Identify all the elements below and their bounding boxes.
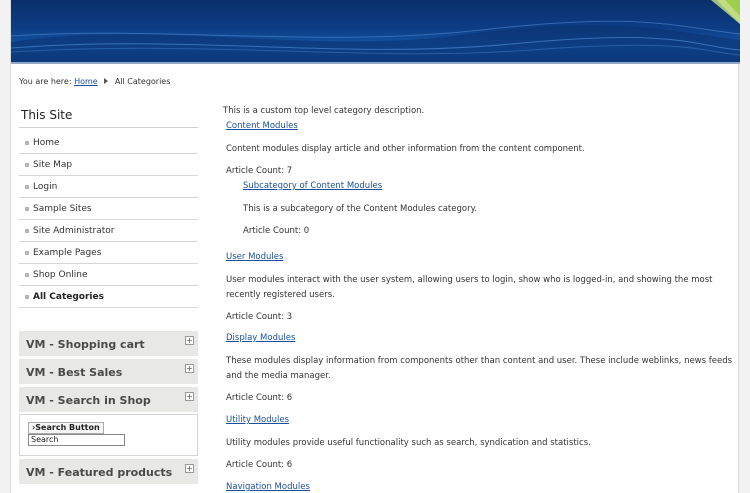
sidebar-item-sample-sites[interactable]: Sample Sites	[19, 198, 198, 220]
category-navigation-modules: Navigation Modules	[223, 480, 733, 493]
sidebar-item-all-categories[interactable]: All Categories	[19, 286, 198, 308]
header-wave-graphic	[11, 0, 740, 64]
sidebar-item-label: Example Pages	[33, 248, 102, 258]
breadcrumb-arrow-icon	[104, 78, 109, 84]
module-shopping-cart: VM - Shopping cart +	[19, 330, 198, 358]
article-count: Article Count: 3	[226, 312, 293, 322]
bullet-icon	[25, 295, 29, 299]
sidebar-title: This Site	[19, 104, 198, 128]
breadcrumb: You are here: Home All Categories	[19, 77, 170, 86]
category-content-modules: Content Modules Content modules display …	[223, 119, 733, 239]
sidebar-item-site-administrator[interactable]: Site Administrator	[19, 220, 198, 242]
bullet-icon	[25, 141, 29, 145]
module-header-featured-products[interactable]: VM - Featured products +	[19, 458, 198, 486]
sidebar-item-site-map[interactable]: Site Map	[19, 154, 198, 176]
expand-plus-icon[interactable]: +	[185, 392, 194, 401]
module-header-shopping-cart[interactable]: VM - Shopping cart +	[19, 330, 198, 358]
breadcrumb-current: All Categories	[114, 77, 171, 86]
bullet-icon	[25, 229, 29, 233]
sidebar-item-label: All Categories	[33, 292, 104, 302]
module-title: VM - Search in Shop	[26, 394, 151, 407]
header-bottom-bar	[11, 62, 740, 64]
module-search-in-shop: VM - Search in Shop + ›Search Button Sea…	[19, 386, 198, 456]
category-description: These modules display information from c…	[226, 356, 733, 381]
expand-plus-icon[interactable]: +	[185, 364, 194, 373]
category-link-navigation-modules[interactable]: Navigation Modules	[226, 482, 310, 492]
module-title: VM - Featured products	[26, 466, 173, 479]
category-intro: This is a custom top level category desc…	[223, 106, 425, 116]
sidebar-item-label: Site Map	[33, 160, 73, 170]
sidebar: This Site Home Site Map Login Sample Sit…	[19, 104, 198, 486]
sidebar-item-home[interactable]: Home	[19, 132, 198, 154]
shop-search-form: ›Search Button Search	[19, 414, 198, 456]
article-count: Article Count: 6	[226, 460, 293, 470]
sidebar-item-label: Site Administrator	[33, 226, 115, 236]
category-link-user-modules[interactable]: User Modules	[226, 252, 283, 262]
search-input[interactable]: Search	[28, 434, 125, 446]
bullet-icon	[25, 207, 29, 211]
subcategory-article-count: Article Count: 0	[243, 226, 310, 236]
category-display-modules: Display Modules These modules display in…	[223, 331, 733, 406]
expand-plus-icon[interactable]: +	[185, 336, 194, 345]
article-count: Article Count: 7	[226, 166, 293, 176]
module-title: VM - Shopping cart	[26, 338, 145, 351]
sidebar-item-example-pages[interactable]: Example Pages	[19, 242, 198, 264]
category-link-display-modules[interactable]: Display Modules	[226, 333, 295, 343]
site-header-banner	[11, 0, 740, 64]
subcategory-content-modules: Subcategory of Content Modules This is a…	[226, 179, 733, 239]
category-utility-modules: Utility Modules Utility modules provide …	[223, 413, 733, 473]
page-container: You are here: Home All Categories This S…	[10, 0, 740, 493]
sidebar-menu: Home Site Map Login Sample Sites Site Ad…	[19, 132, 198, 308]
category-description: Content modules display article and othe…	[226, 144, 585, 154]
bullet-icon	[25, 163, 29, 167]
module-featured-products: VM - Featured products +	[19, 458, 198, 486]
breadcrumb-home-link[interactable]: Home	[74, 77, 98, 86]
subcategory-link[interactable]: Subcategory of Content Modules	[243, 181, 382, 191]
category-description: User modules interact with the user syst…	[226, 275, 713, 300]
module-header-search-in-shop[interactable]: VM - Search in Shop +	[19, 386, 198, 414]
subcategory-description: This is a subcategory of the Content Mod…	[243, 204, 478, 214]
category-link-content-modules[interactable]: Content Modules	[226, 121, 298, 131]
category-user-modules: User Modules User modules interact with …	[223, 250, 733, 325]
breadcrumb-prefix: You are here:	[19, 77, 72, 86]
search-button[interactable]: ›Search Button	[28, 422, 104, 434]
category-link-utility-modules[interactable]: Utility Modules	[226, 415, 289, 425]
bullet-icon	[25, 251, 29, 255]
sidebar-item-label: Sample Sites	[33, 204, 92, 214]
bullet-icon	[25, 185, 29, 189]
expand-plus-icon[interactable]: +	[185, 464, 194, 473]
module-header-best-sales[interactable]: VM - Best Sales +	[19, 358, 198, 386]
sidebar-item-login[interactable]: Login	[19, 176, 198, 198]
sidebar-item-label: Home	[33, 138, 60, 148]
sidebar-item-label: Shop Online	[33, 270, 88, 280]
main-content: This is a custom top level category desc…	[223, 104, 733, 493]
sidebar-item-label: Login	[33, 182, 58, 192]
category-description: Utility modules provide useful functiona…	[226, 438, 591, 448]
page-background: You are here: Home All Categories This S…	[0, 0, 750, 493]
article-count: Article Count: 6	[226, 393, 293, 403]
bullet-icon	[25, 273, 29, 277]
module-title: VM - Best Sales	[26, 366, 123, 379]
sidebar-item-shop-online[interactable]: Shop Online	[19, 264, 198, 286]
module-best-sales: VM - Best Sales +	[19, 358, 198, 386]
